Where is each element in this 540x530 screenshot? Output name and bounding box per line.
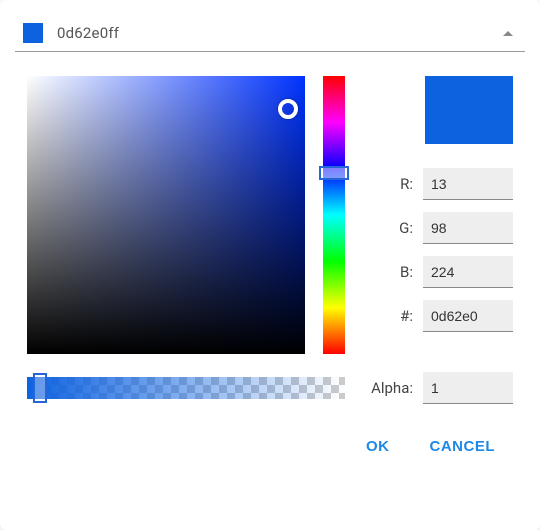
ok-button[interactable]: OK <box>348 428 408 465</box>
alpha-gradient <box>27 377 345 399</box>
sv-handle[interactable] <box>278 99 298 119</box>
input-r[interactable] <box>423 168 513 200</box>
input-alpha[interactable] <box>423 372 513 404</box>
saturation-value-area[interactable] <box>27 76 305 354</box>
label-g: G: <box>363 219 413 237</box>
alpha-slider[interactable] <box>27 377 345 399</box>
input-b[interactable] <box>423 256 513 288</box>
button-row: OK CANCEL <box>27 428 513 465</box>
input-g[interactable] <box>423 212 513 244</box>
field-row-b: B: <box>363 256 513 288</box>
alpha-handle[interactable] <box>33 373 47 403</box>
field-row-hex: #: <box>363 300 513 332</box>
caret-up-icon <box>503 31 513 36</box>
field-row-r: R: <box>363 168 513 200</box>
sv-black-gradient <box>27 76 305 354</box>
hue-slider[interactable] <box>323 76 345 354</box>
header-swatch <box>23 23 43 43</box>
hue-handle[interactable] <box>319 166 349 180</box>
color-preview <box>425 76 513 144</box>
header-hex-label: 0d62e0ff <box>57 24 503 42</box>
hue-gradient <box>323 76 345 354</box>
label-alpha: Alpha: <box>363 379 413 397</box>
label-b: B: <box>363 263 413 281</box>
cancel-button[interactable]: CANCEL <box>412 428 514 465</box>
top-row: R: G: B: #: <box>27 76 513 354</box>
inputs-column: R: G: B: #: <box>363 76 513 354</box>
color-picker-panel: 0d62e0ff R: G: <box>0 0 540 530</box>
input-hex[interactable] <box>423 300 513 332</box>
field-row-alpha: Alpha: <box>363 372 513 404</box>
label-hex: #: <box>363 307 413 325</box>
field-row-g: G: <box>363 212 513 244</box>
bottom-row: Alpha: <box>27 372 513 404</box>
collapse-header[interactable]: 0d62e0ff <box>15 15 525 52</box>
label-r: R: <box>363 175 413 193</box>
picker-body: R: G: B: #: <box>15 52 525 473</box>
